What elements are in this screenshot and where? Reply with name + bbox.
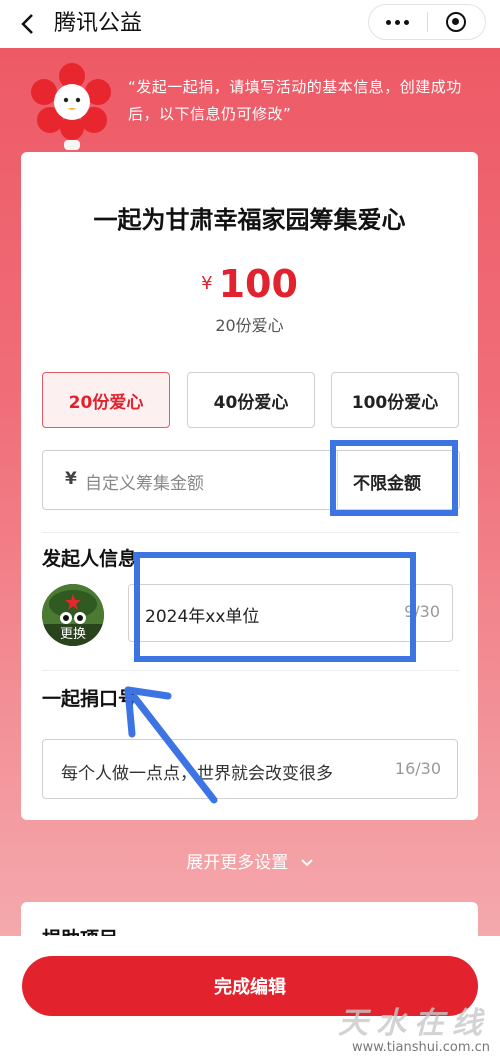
avatar[interactable]: 更换 <box>42 584 104 646</box>
custom-currency-symbol: ¥ <box>65 469 77 489</box>
back-button[interactable] <box>14 10 42 38</box>
mini-program-capsule <box>368 4 486 40</box>
expand-more-label: 展开更多设置 <box>186 853 289 873</box>
site-watermark: 天水在线 www.tianshui.com.cn <box>312 998 496 1062</box>
project-card: 一起为甘肃幸福家园筹集爱心 ¥100 20份爱心 20份爱心 40份爱心 100… <box>21 152 478 820</box>
avatar-change-label: 更换 <box>42 624 104 646</box>
chevron-down-icon <box>300 859 313 867</box>
top-bar: 腾讯公益 <box>0 0 500 48</box>
option-20-hearts[interactable]: 20份爱心 <box>42 372 170 428</box>
target-close-icon <box>446 12 467 32</box>
more-dots-icon <box>386 19 410 25</box>
chevron-left-icon <box>21 14 33 34</box>
amount-value: 100 <box>218 262 298 306</box>
target-amount: ¥100 <box>21 262 478 306</box>
initiator-section-title: 发起人信息 <box>42 548 138 570</box>
expand-more-settings[interactable]: 展开更多设置 <box>0 848 500 873</box>
app-title: 腾讯公益 <box>54 11 143 36</box>
slogan-input[interactable]: 每个人做一点点，世界就会改变很多 16/30 <box>42 739 458 799</box>
section-divider <box>42 532 460 533</box>
flower-mascot-icon <box>31 63 111 150</box>
highlight-box-unlimited <box>330 440 458 516</box>
watermark-brand: 天水在线 <box>338 1006 490 1041</box>
currency-symbol: ¥ <box>201 273 213 294</box>
close-button[interactable] <box>427 5 485 39</box>
watermark-url: www.tianshui.com.cn <box>351 1040 490 1055</box>
highlight-box-initiator <box>134 552 416 662</box>
slogan-section-title: 一起捐口号 <box>42 688 138 710</box>
option-40-hearts[interactable]: 40份爱心 <box>187 372 315 428</box>
section-divider <box>42 670 460 671</box>
slogan-count: 16/30 <box>394 759 441 778</box>
more-button[interactable] <box>369 5 427 39</box>
option-100-hearts[interactable]: 100份爱心 <box>331 372 459 428</box>
project-title: 一起为甘肃幸福家园筹集爱心 <box>93 206 406 234</box>
amount-description: 20份爱心 <box>215 316 284 335</box>
slogan-value: 每个人做一点点，世界就会改变很多 <box>61 764 333 784</box>
custom-amount-placeholder: 自定义筹集金额 <box>85 474 204 494</box>
intro-text: “发起一起捐，请填写活动的基本信息，创建成功后，以下信息仍可修改” <box>128 78 462 123</box>
